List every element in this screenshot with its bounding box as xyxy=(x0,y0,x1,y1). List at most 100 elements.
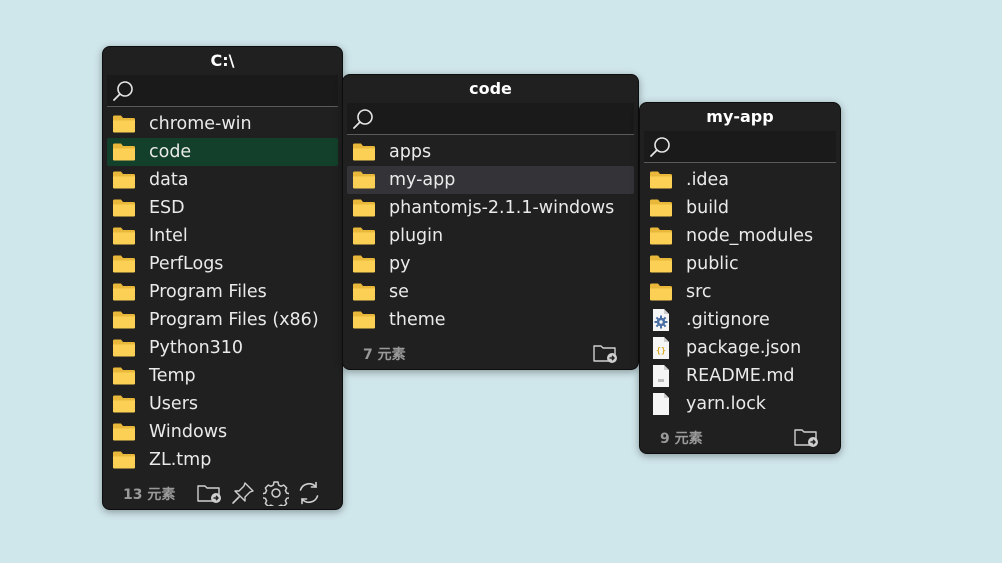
item-label: node_modules xyxy=(686,226,814,246)
list-item-intel[interactable]: Intel xyxy=(107,222,338,250)
folder-icon xyxy=(112,224,136,248)
folder-icon xyxy=(112,140,136,164)
panel-title: C:\ xyxy=(210,51,235,70)
list-item-python310[interactable]: Python310 xyxy=(107,334,338,362)
folder-icon xyxy=(352,252,376,276)
search-input[interactable] xyxy=(676,135,832,157)
list-item-program-files-x86[interactable]: Program Files (x86) xyxy=(107,306,338,334)
search-input[interactable] xyxy=(379,107,630,129)
list-item-public[interactable]: public xyxy=(644,250,836,278)
folder-icon xyxy=(112,364,136,388)
list-item-windows[interactable]: Windows xyxy=(107,418,338,446)
list-item-package-json[interactable]: {} package.json xyxy=(644,334,836,362)
item-label: ZL.tmp xyxy=(149,450,212,470)
json-file-icon: {} xyxy=(649,336,673,360)
panel-footer: 13 元素 xyxy=(103,475,342,509)
list-item-idea[interactable]: .idea xyxy=(644,166,836,194)
item-label: package.json xyxy=(686,338,802,358)
list-item-chrome-win[interactable]: chrome-win xyxy=(107,110,338,138)
search-box[interactable] xyxy=(644,131,836,163)
refresh-icon[interactable] xyxy=(296,480,322,506)
folder-icon xyxy=(112,252,136,276)
list-item-build[interactable]: build xyxy=(644,194,836,222)
open-folder-icon[interactable] xyxy=(593,340,619,366)
folder-icon xyxy=(649,252,673,276)
list-item-theme[interactable]: theme xyxy=(347,306,634,334)
folder-icon xyxy=(112,280,136,304)
item-label: Program Files (x86) xyxy=(149,310,319,330)
open-folder-icon[interactable] xyxy=(794,424,820,450)
item-label: plugin xyxy=(389,226,444,246)
folder-icon xyxy=(112,336,136,360)
item-label: ESD xyxy=(149,198,185,218)
folder-icon xyxy=(112,392,136,416)
list-item-code[interactable]: code xyxy=(107,138,338,166)
search-box[interactable] xyxy=(107,75,338,107)
folder-icon xyxy=(352,224,376,248)
item-label: code xyxy=(149,142,192,162)
search-box[interactable] xyxy=(347,103,634,135)
search-input[interactable] xyxy=(139,79,334,101)
folder-icon xyxy=(352,280,376,304)
folder-icon xyxy=(649,196,673,220)
list-item-phantomjs-2-1-1-windows[interactable]: phantomjs-2.1.1-windows xyxy=(347,194,634,222)
list-item-yarn-lock[interactable]: yarn.lock xyxy=(644,390,836,418)
file-list: apps my-app phantomjs-2.1.1-windows plugin p… xyxy=(343,138,638,334)
item-label: public xyxy=(686,254,739,274)
item-label: my-app xyxy=(389,170,456,190)
item-label: phantomjs-2.1.1-windows xyxy=(389,198,615,218)
folder-icon xyxy=(649,224,673,248)
panel-c-drive: C:\ chrome-win code data ESD Intel PerfLogs Pr… xyxy=(102,46,343,510)
folder-icon xyxy=(112,420,136,444)
panel-title: my-app xyxy=(706,107,774,126)
item-label: se xyxy=(389,282,409,302)
text-file-icon xyxy=(649,364,673,388)
pin-icon[interactable] xyxy=(230,480,256,506)
svg-text:{}: {} xyxy=(656,346,666,355)
list-item-src[interactable]: src xyxy=(644,278,836,306)
list-item-gitignore[interactable]: .gitignore xyxy=(644,306,836,334)
item-label: README.md xyxy=(686,366,795,386)
folder-icon xyxy=(352,168,376,192)
item-count: 13 元素 xyxy=(123,487,176,503)
search-icon xyxy=(113,81,133,101)
list-item-node-modules[interactable]: node_modules xyxy=(644,222,836,250)
list-item-perflogs[interactable]: PerfLogs xyxy=(107,250,338,278)
item-label: yarn.lock xyxy=(686,394,766,414)
item-label: Program Files xyxy=(149,282,267,302)
open-folder-icon[interactable] xyxy=(197,480,223,506)
folder-icon xyxy=(112,196,136,220)
item-label: Temp xyxy=(149,366,196,386)
file-list: .idea build node_modulespublic src .gitignor… xyxy=(640,166,840,418)
item-count: 7 元素 xyxy=(363,347,406,363)
list-item-esd[interactable]: ESD xyxy=(107,194,338,222)
folder-icon xyxy=(112,112,136,136)
file-icon xyxy=(649,392,673,416)
folder-icon xyxy=(352,196,376,220)
gear-file-icon xyxy=(649,308,673,332)
folder-icon xyxy=(112,308,136,332)
settings-gear-icon[interactable] xyxy=(263,480,289,506)
folder-icon xyxy=(649,168,673,192)
item-label: src xyxy=(686,282,712,302)
list-item-users[interactable]: Users xyxy=(107,390,338,418)
folder-icon xyxy=(649,280,673,304)
list-item-apps[interactable]: apps xyxy=(347,138,634,166)
folder-icon xyxy=(352,140,376,164)
folder-icon xyxy=(352,308,376,332)
item-label: theme xyxy=(389,310,446,330)
list-item-readme-md[interactable]: README.md xyxy=(644,362,836,390)
list-item-data[interactable]: data xyxy=(107,166,338,194)
list-item-py[interactable]: py xyxy=(347,250,634,278)
panel-my-app: my-app .idea build node_modulespublic src .g… xyxy=(639,102,841,454)
list-item-temp[interactable]: Temp xyxy=(107,362,338,390)
item-label: Python310 xyxy=(149,338,244,358)
item-label: Users xyxy=(149,394,199,414)
list-item-plugin[interactable]: plugin xyxy=(347,222,634,250)
list-item-program-files[interactable]: Program Files xyxy=(107,278,338,306)
item-label: Intel xyxy=(149,226,188,246)
list-item-my-app[interactable]: my-app xyxy=(347,166,634,194)
item-label: Windows xyxy=(149,422,228,442)
list-item-zl-tmp[interactable]: ZL.tmp xyxy=(107,446,338,474)
list-item-se[interactable]: se xyxy=(347,278,634,306)
